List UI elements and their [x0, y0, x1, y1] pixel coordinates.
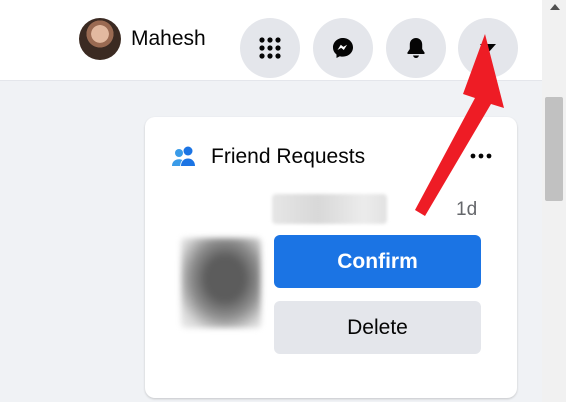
card-title: Friend Requests: [211, 145, 366, 168]
messenger-icon: [333, 38, 353, 58]
messenger-button[interactable]: [313, 18, 373, 78]
grid-dots-icon: [259, 37, 281, 59]
requester-avatar[interactable]: [181, 238, 261, 328]
delete-button[interactable]: Delete: [274, 301, 481, 354]
scroll-up-arrow-icon[interactable]: [550, 4, 560, 10]
profile-name[interactable]: Mahesh: [131, 27, 206, 51]
annotation-arrow-icon: [415, 34, 504, 216]
scrollbar[interactable]: [542, 0, 566, 402]
avatar[interactable]: [79, 18, 121, 60]
people-icon: [172, 146, 195, 166]
scrollbar-thumb[interactable]: [545, 97, 563, 201]
profile-shortcut[interactable]: Mahesh: [79, 18, 206, 60]
confirm-button[interactable]: Confirm: [274, 235, 481, 288]
requester-name-blurred[interactable]: [272, 194, 387, 224]
menu-button[interactable]: [240, 18, 300, 78]
